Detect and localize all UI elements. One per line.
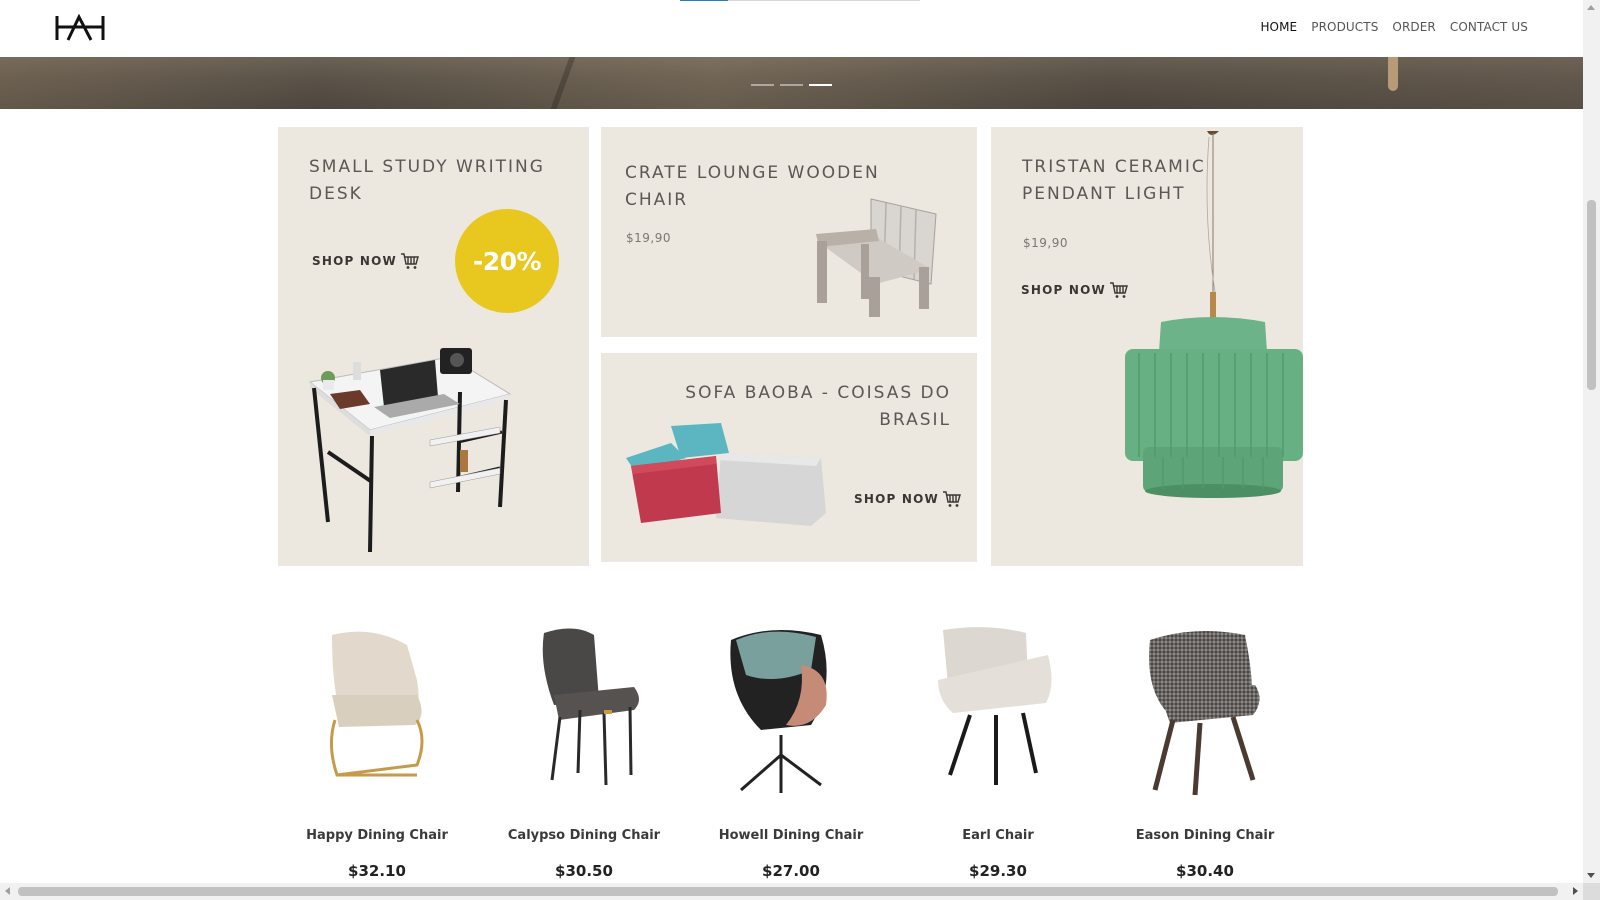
scroll-down-arrow-icon[interactable] [1587, 873, 1595, 878]
scroll-right-arrow-icon[interactable] [1573, 887, 1578, 895]
product-image [1149, 631, 1260, 796]
scroll-progress-fill [680, 0, 728, 1]
product-name[interactable]: Howell Dining Chair [691, 828, 891, 843]
vertical-scroll-thumb[interactable] [1587, 200, 1596, 390]
shop-now-button[interactable]: SHOP NOW [854, 490, 962, 508]
pendant-light-image [1125, 131, 1303, 498]
slider-dot-1[interactable] [751, 84, 774, 86]
hero-slider [0, 57, 1583, 109]
main-nav: HOME PRODUCTS ORDER CONTACT US [1260, 20, 1528, 34]
horizontal-scrollbar[interactable] [0, 883, 1583, 900]
nav-home[interactable]: HOME [1260, 20, 1297, 34]
promo-card-chair[interactable]: CRATE LOUNGE WOODEN CHAIR $19,90 [601, 127, 977, 337]
scrollbar-corner [1583, 883, 1600, 900]
scroll-progress-bar [680, 0, 920, 1]
promo-card-pendant[interactable]: TRISTAN CERAMIC PENDANT LIGHT $19,90 SHO… [991, 127, 1303, 566]
product-price: $29.30 [969, 862, 1027, 880]
nav-order[interactable]: ORDER [1392, 20, 1435, 34]
promo-card-sofa[interactable]: SOFA BAOBA - COISAS DO BRASIL SHOP NOW [601, 353, 977, 562]
discount-badge: -20% [455, 209, 559, 313]
promo-title: SMALL STUDY WRITING DESK [309, 157, 545, 204]
product-price: $30.50 [555, 862, 613, 880]
product-card[interactable]: Calypso Dining Chair $30.50 [484, 625, 684, 880]
product-price: $27.00 [762, 862, 820, 880]
slider-dots [751, 84, 832, 86]
shop-now-label: SHOP NOW [312, 254, 397, 268]
product-card[interactable]: Eason Dining Chair $30.40 [1105, 625, 1305, 880]
furniture-leg [1388, 57, 1398, 91]
promo-card-desk[interactable]: SMALL STUDY WRITING DESK SHOP NOW -20% [278, 127, 589, 566]
product-card[interactable]: Howell Dining Chair $27.00 [691, 625, 891, 880]
hero-image [0, 57, 1583, 109]
product-image [542, 628, 639, 786]
product-price: $32.10 [348, 862, 406, 880]
desk-image [308, 348, 512, 553]
promo-price: $19,90 [626, 231, 671, 245]
site-header: HOME PRODUCTS ORDER CONTACT US [0, 0, 1583, 57]
scroll-up-arrow-icon[interactable] [1587, 5, 1595, 10]
promo-price: $19,90 [1023, 236, 1068, 250]
product-name[interactable]: Eason Dining Chair [1105, 828, 1305, 843]
sofa-image [626, 423, 826, 526]
vertical-scrollbar[interactable] [1583, 0, 1600, 883]
product-image [730, 630, 827, 793]
slider-dot-3[interactable] [809, 84, 832, 86]
nav-contact-us[interactable]: CONTACT US [1450, 20, 1528, 34]
product-name[interactable]: Earl Chair [898, 828, 1098, 843]
product-image [938, 627, 1052, 785]
horizontal-scroll-thumb[interactable] [18, 887, 1558, 896]
product-card[interactable]: Earl Chair $29.30 [898, 625, 1098, 880]
product-image [330, 631, 424, 777]
product-name[interactable]: Happy Dining Chair [277, 828, 477, 843]
shop-now-button[interactable]: SHOP NOW [312, 252, 420, 270]
shop-now-label: SHOP NOW [1021, 283, 1106, 297]
shop-now-button[interactable]: SHOP NOW [1021, 281, 1129, 299]
cart-icon [400, 253, 419, 269]
nav-products[interactable]: PRODUCTS [1311, 20, 1378, 34]
product-name[interactable]: Calypso Dining Chair [484, 828, 684, 843]
scroll-left-arrow-icon[interactable] [5, 887, 10, 895]
logo-icon[interactable] [55, 14, 105, 42]
shop-now-label: SHOP NOW [854, 492, 939, 506]
chair-image [816, 198, 937, 317]
product-price: $30.40 [1176, 862, 1234, 880]
cart-icon [942, 491, 961, 507]
product-card[interactable]: Happy Dining Chair $32.10 [277, 625, 477, 880]
slider-dot-2[interactable] [780, 84, 803, 86]
